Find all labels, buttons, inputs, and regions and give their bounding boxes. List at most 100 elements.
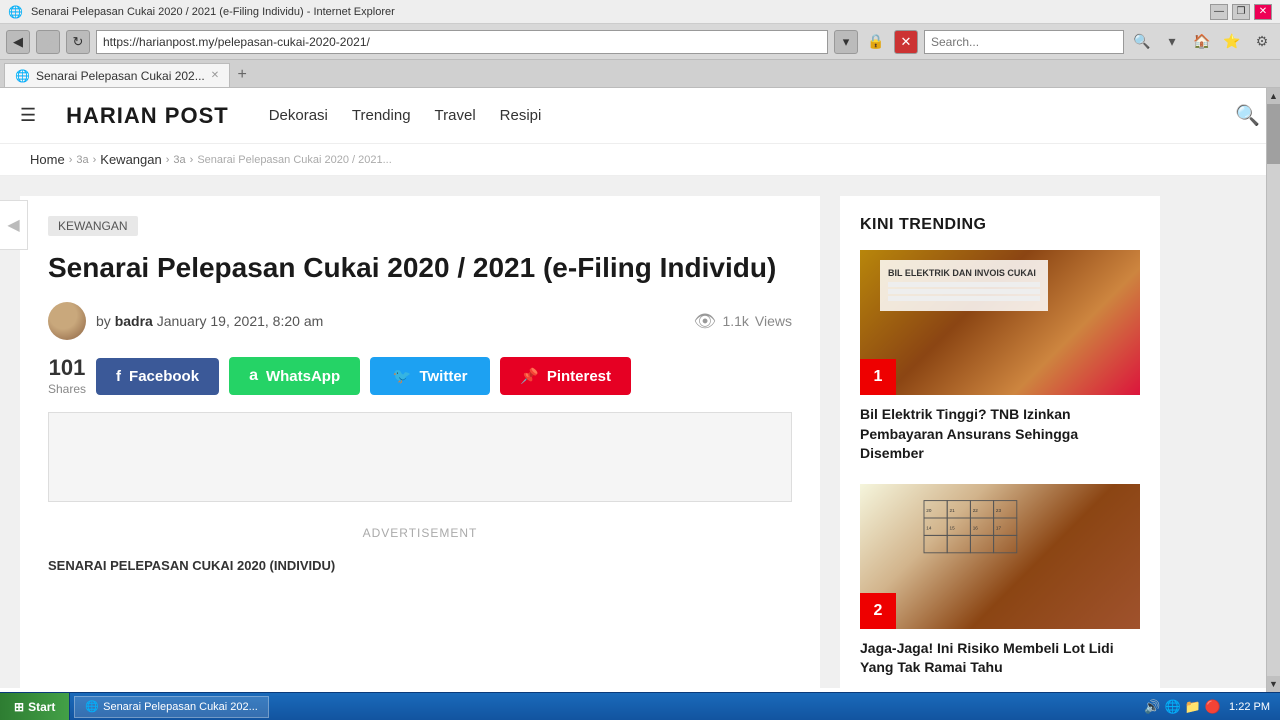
avatar [48, 302, 86, 340]
browser-tabs: 🌐 Senarai Pelepasan Cukai 202... ✕ + [0, 60, 1280, 88]
taskbar-browser-icon: 🌐 [85, 700, 99, 713]
new-tab-button[interactable]: + [230, 63, 254, 87]
tab-label: Senarai Pelepasan Cukai 202... [36, 69, 205, 83]
forward-button[interactable]: ▶ [36, 30, 60, 54]
nav-dekorasi[interactable]: Dekorasi [269, 107, 328, 124]
pinterest-share-button[interactable]: 📌 Pinterest [500, 357, 631, 395]
twitter-label: Twitter [419, 368, 467, 385]
taskbar-browser-label: Senarai Pelepasan Cukai 202... [103, 701, 258, 713]
facebook-share-button[interactable]: f Facebook [96, 358, 219, 395]
taskbar-browser-item[interactable]: 🌐 Senarai Pelepasan Cukai 202... [74, 696, 268, 718]
page-body: KEWANGAN Senarai Pelepasan Cukai 2020 / … [0, 176, 1280, 688]
taskbar: ⊞ Start 🌐 Senarai Pelepasan Cukai 202...… [0, 692, 1280, 720]
breadcrumb-sep4: › [190, 154, 194, 166]
svg-text:16: 16 [973, 525, 979, 530]
trending-rank-1: 1 [860, 359, 896, 395]
home-icon[interactable]: 🏠 [1190, 30, 1214, 54]
shares-count: 101 Shares [48, 356, 86, 396]
breadcrumb-sep1: › [69, 154, 73, 166]
whatsapp-share-button[interactable]: a WhatsApp [229, 357, 360, 395]
hamburger-menu[interactable]: ☰ [20, 105, 36, 126]
eye-icon: 👁 [694, 311, 717, 332]
site-header: ☰ HARIAN POST Dekorasi Trending Travel R… [0, 88, 1280, 144]
taskbar-security-icon[interactable]: 🔴 [1205, 699, 1221, 715]
author-name[interactable]: badra [115, 313, 153, 329]
breadcrumb-current: Senarai Pelepasan Cukai 2020 / 2021... [197, 154, 391, 166]
breadcrumb-home[interactable]: Home [30, 152, 65, 167]
restore-button[interactable]: ❐ [1232, 4, 1250, 20]
article-subtitle: SENARAI PELEPASAN CUKAI 2020 (INDIVIDU) [48, 550, 792, 581]
scroll-down-arrow[interactable]: ▼ [1267, 676, 1280, 692]
views-number: 1.1k [722, 313, 748, 329]
svg-text:14: 14 [926, 525, 932, 530]
share-bar: 101 Shares f Facebook a WhatsApp 🐦 Twitt… [48, 356, 792, 396]
breadcrumb: Home › 3a › Kewangan › 3a › Senarai Pele… [0, 144, 1280, 176]
svg-text:17: 17 [996, 525, 1002, 530]
nav-travel[interactable]: Travel [435, 107, 476, 124]
svg-text:15: 15 [950, 525, 956, 530]
search-button[interactable]: 🔍 [1130, 30, 1154, 54]
svg-text:21: 21 [950, 508, 956, 513]
whatsapp-icon: a [249, 367, 258, 385]
lot-map-svg: 20 21 22 23 14 15 16 17 [870, 489, 1094, 605]
back-button[interactable]: ◀ [6, 30, 30, 54]
taskbar-network-icon[interactable]: 🌐 [1164, 699, 1180, 715]
close-button[interactable]: ✕ [1254, 4, 1272, 20]
address-bar[interactable]: https://harianpost.my/pelepasan-cukai-20… [96, 30, 828, 54]
views-count: 👁 1.1k Views [694, 311, 792, 332]
settings-icon[interactable]: ⚙ [1250, 30, 1274, 54]
back-edge-button[interactable]: ◀ [0, 200, 28, 250]
site-nav: Dekorasi Trending Travel Resipi [269, 107, 542, 124]
tab-icon: 🌐 [15, 69, 30, 83]
breadcrumb-sep3: › [166, 154, 170, 166]
taskbar-time: 1:22 PM [1229, 701, 1270, 713]
back-arrow-icon: ◀ [7, 215, 19, 235]
author-info: by badra January 19, 2021, 8:20 am [96, 313, 323, 329]
trending-item-1: BIL ELEKTRIK DAN INVOIS CUKAI 1 Bil Elek… [860, 250, 1140, 464]
taskbar-right: 🔊 🌐 📁 🔴 1:22 PM [1134, 699, 1280, 715]
svg-text:20: 20 [926, 508, 932, 513]
refresh-button[interactable]: ↻ [66, 30, 90, 54]
author-row: by badra January 19, 2021, 8:20 am 👁 1.1… [48, 302, 792, 340]
trending-text-2[interactable]: Jaga-Jaga! Ini Risiko Membeli Lot Lidi Y… [860, 639, 1140, 678]
taskbar-volume-icon[interactable]: 🔊 [1144, 699, 1160, 715]
start-label: Start [28, 700, 55, 714]
browser-titlebar: 🌐 Senarai Pelepasan Cukai 2020 / 2021 (e… [0, 0, 1280, 24]
website: ☰ HARIAN POST Dekorasi Trending Travel R… [0, 88, 1280, 692]
trending-text-1[interactable]: Bil Elektrik Tinggi? TNB Izinkan Pembaya… [860, 405, 1140, 464]
twitter-share-button[interactable]: 🐦 Twitter [370, 357, 490, 395]
views-label: Views [755, 313, 792, 329]
active-tab[interactable]: 🌐 Senarai Pelepasan Cukai 202... ✕ [4, 63, 230, 87]
nav-resipi[interactable]: Resipi [500, 107, 542, 124]
breadcrumb-sep2: › [93, 154, 97, 166]
category-tag[interactable]: KEWANGAN [48, 216, 138, 236]
breadcrumb-kewangan[interactable]: Kewangan [100, 152, 161, 167]
minimize-button[interactable]: — [1210, 4, 1228, 20]
svg-text:23: 23 [996, 508, 1002, 513]
trending-image-1: BIL ELEKTRIK DAN INVOIS CUKAI 1 [860, 250, 1140, 395]
windows-icon: ⊞ [14, 700, 24, 714]
search-dropdown[interactable]: ▾ [1160, 30, 1184, 54]
vertical-scrollbar[interactable]: ▲ ▼ [1266, 88, 1280, 692]
tab-close-icon[interactable]: ✕ [211, 70, 219, 81]
search-input[interactable] [924, 30, 1124, 54]
breadcrumb-3a-2: 3a [173, 154, 185, 166]
scroll-thumb[interactable] [1267, 104, 1280, 164]
ad-placeholder [48, 412, 792, 502]
delete-button[interactable]: ✕ [894, 30, 918, 54]
pinterest-label: Pinterest [547, 368, 611, 385]
trending-image-2: 20 21 22 23 14 15 16 17 2 [860, 484, 1140, 629]
lock-icon: 🔒 [864, 30, 888, 54]
dropdown-button[interactable]: ▾ [834, 30, 858, 54]
nav-trending[interactable]: Trending [352, 107, 411, 124]
start-button[interactable]: ⊞ Start [0, 693, 70, 720]
trending-item-2: 20 21 22 23 14 15 16 17 2 Jaga-Jaga! Ini… [860, 484, 1140, 678]
site-logo[interactable]: HARIAN POST [66, 103, 229, 129]
article-title: Senarai Pelepasan Cukai 2020 / 2021 (e-F… [48, 250, 792, 286]
header-search-icon[interactable]: 🔍 [1235, 103, 1260, 128]
taskbar-folder-icon[interactable]: 📁 [1185, 699, 1201, 715]
twitter-icon: 🐦 [393, 367, 412, 385]
favorites-icon[interactable]: ⭐ [1220, 30, 1244, 54]
main-article: KEWANGAN Senarai Pelepasan Cukai 2020 / … [20, 196, 820, 688]
scroll-up-arrow[interactable]: ▲ [1267, 88, 1280, 104]
